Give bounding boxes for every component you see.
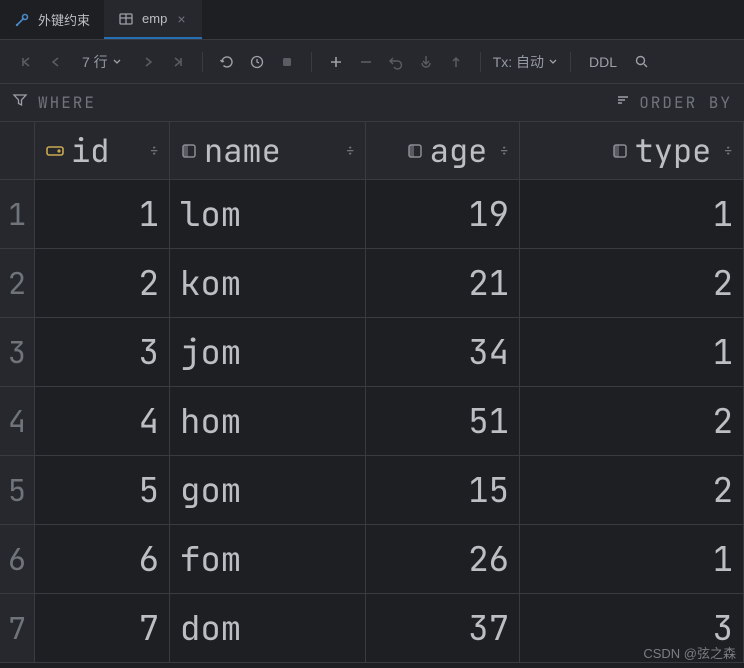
where-label[interactable]: WHERE [38,92,96,113]
constraint-icon [14,12,30,28]
sort-indicator: ÷ [723,140,733,161]
chevron-down-icon [548,57,558,67]
cell-age[interactable]: 34 [366,318,520,387]
last-page-icon[interactable] [166,50,190,74]
column-header-type[interactable]: type ÷ [520,122,744,180]
tab-label: emp [142,11,167,26]
cell-name[interactable]: gom [170,456,366,525]
cell-type[interactable]: 1 [520,318,744,387]
add-row-icon[interactable] [324,50,348,74]
tab-label: 外键约束 [38,10,90,29]
tab-bar: 外键约束 emp × [0,0,744,40]
delete-row-icon[interactable] [354,50,378,74]
watermark: CSDN @弦之森 [643,643,736,662]
grid-corner [0,122,35,180]
row-number[interactable]: 3 [0,318,35,387]
cell-type[interactable]: 2 [520,456,744,525]
cell-age[interactable]: 26 [366,525,520,594]
prev-page-icon[interactable] [44,50,68,74]
cell-type[interactable]: 1 [520,180,744,249]
cell-name[interactable]: jom [170,318,366,387]
first-page-icon[interactable] [14,50,38,74]
cell-id[interactable]: 6 [35,525,170,594]
sort-icon[interactable] [615,92,631,113]
cell-name[interactable]: dom [170,594,366,663]
tx-mode-selector[interactable]: Tx: 自动 [493,52,558,72]
cell-id[interactable]: 7 [35,594,170,663]
cell-id[interactable]: 5 [35,456,170,525]
tab-emp[interactable]: emp × [104,0,201,39]
cell-id[interactable]: 3 [35,318,170,387]
auto-refresh-icon[interactable] [245,50,269,74]
column-header-id[interactable]: id ÷ [35,122,170,180]
tx-label: Tx: 自动 [493,52,544,72]
tab-fk[interactable]: 外键约束 [0,0,104,39]
cell-age[interactable]: 19 [366,180,520,249]
row-number[interactable]: 1 [0,180,35,249]
cell-name[interactable]: kom [170,249,366,318]
column-icon [406,142,424,160]
cell-id[interactable]: 1 [35,180,170,249]
cell-name[interactable]: lom [170,180,366,249]
sort-indicator: ÷ [345,140,355,161]
filter-bar: WHERE ORDER BY [0,84,744,122]
row-number[interactable]: 5 [0,456,35,525]
next-page-icon[interactable] [136,50,160,74]
orderby-label[interactable]: ORDER BY [639,92,732,113]
cell-id[interactable]: 4 [35,387,170,456]
data-grid: id ÷ name ÷ age ÷ type ÷ 11lom19122kom21… [0,122,744,663]
row-count-label: 7 行 [82,52,108,72]
commit-icon[interactable] [414,50,438,74]
cell-name[interactable]: hom [170,387,366,456]
search-icon[interactable] [629,50,653,74]
chevron-down-icon [112,57,122,67]
row-count-selector[interactable]: 7 行 [74,52,130,72]
cell-age[interactable]: 15 [366,456,520,525]
close-icon[interactable]: × [175,11,187,27]
row-number[interactable]: 4 [0,387,35,456]
revert-icon[interactable] [384,50,408,74]
table-icon [118,11,134,27]
sort-indicator: ÷ [499,140,509,161]
stop-icon[interactable] [275,50,299,74]
row-number[interactable]: 6 [0,525,35,594]
row-number[interactable]: 7 [0,594,35,663]
filter-icon[interactable] [12,92,28,113]
cell-type[interactable]: 2 [520,387,744,456]
key-column-icon [45,141,65,161]
cell-age[interactable]: 37 [366,594,520,663]
column-header-name[interactable]: name ÷ [170,122,366,180]
cell-age[interactable]: 51 [366,387,520,456]
toolbar: 7 行 Tx: 自动 DDL [0,40,744,84]
ddl-button[interactable]: DDL [583,50,623,74]
column-icon [180,142,198,160]
cell-id[interactable]: 2 [35,249,170,318]
column-header-age[interactable]: age ÷ [366,122,520,180]
cell-type[interactable]: 1 [520,525,744,594]
row-number[interactable]: 2 [0,249,35,318]
sort-indicator: ÷ [149,140,159,161]
refresh-icon[interactable] [215,50,239,74]
cell-type[interactable]: 2 [520,249,744,318]
cell-age[interactable]: 21 [366,249,520,318]
column-icon [611,142,629,160]
cell-name[interactable]: fom [170,525,366,594]
upload-icon[interactable] [444,50,468,74]
